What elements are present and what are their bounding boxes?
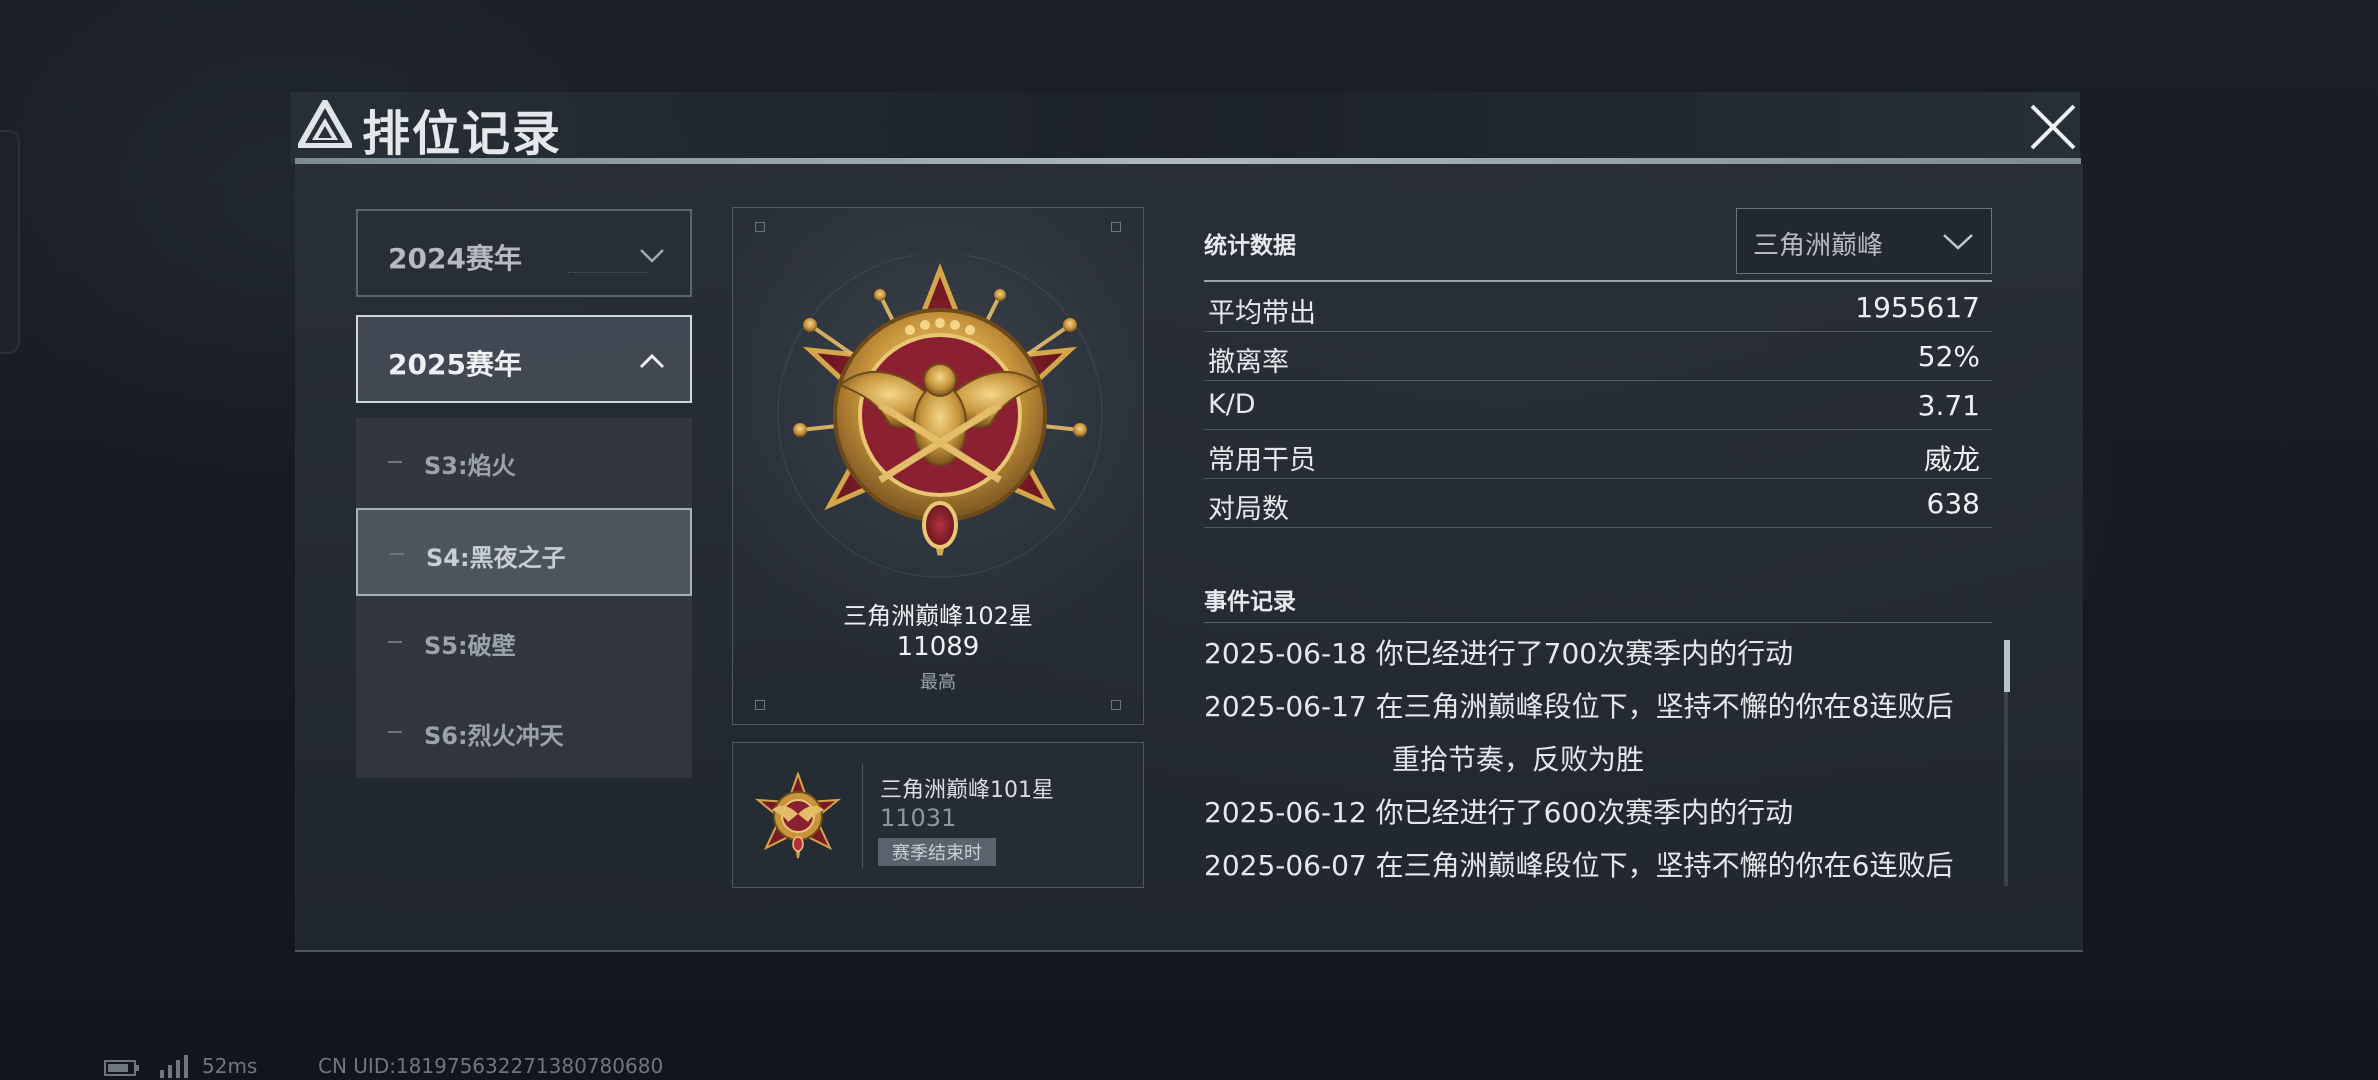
- battery-icon: [104, 1060, 139, 1076]
- delta-logo-icon: [298, 100, 352, 148]
- corner-mark: [1111, 222, 1121, 232]
- stat-label: 撤离率: [1208, 347, 1289, 378]
- side-tab-edge: [0, 130, 20, 354]
- season-item-s4[interactable]: S4:黑夜之子: [356, 508, 692, 596]
- stat-value: 638: [1926, 487, 1980, 520]
- events-scrollbar-thumb[interactable]: [2004, 640, 2010, 692]
- event-item: 2025-06-12 你已经进行了600次赛季内的行动: [1204, 796, 1794, 829]
- year-2025-button[interactable]: 2025赛年: [356, 315, 692, 403]
- stat-row-extract-rate: 撤离率 52%: [1204, 332, 1992, 381]
- corner-mark: [755, 700, 765, 710]
- season-item-s5[interactable]: S5:破壁: [356, 598, 692, 686]
- card-divider: [862, 764, 863, 868]
- current-rank-tag: 最高: [920, 672, 956, 693]
- stat-value: 威龙: [1923, 443, 1980, 476]
- stat-value: 52%: [1917, 340, 1980, 373]
- ping-readout: 52ms: [202, 1054, 258, 1078]
- list-dash: [388, 461, 402, 463]
- season-end-rank-score: 11031: [880, 804, 957, 832]
- current-rank-name: 三角洲巅峰102星: [843, 602, 1033, 630]
- season-label: S3:焰火: [424, 452, 516, 480]
- season-item-s6[interactable]: S6:烈火冲天: [356, 688, 692, 776]
- list-dash: [390, 553, 404, 555]
- eagle-star-medal-icon: [777, 255, 1103, 578]
- chevron-down-icon: [1943, 234, 1973, 250]
- stats-divider: [1204, 280, 1992, 282]
- event-item: 2025-06-18 你已经进行了700次赛季内的行动: [1204, 637, 1794, 670]
- year-2024-button[interactable]: 2024赛年: [356, 209, 692, 297]
- list-dash: [388, 641, 402, 643]
- stats-title: 统计数据: [1204, 233, 1296, 259]
- user-uid: CN UID:181975632271380780680: [318, 1054, 664, 1078]
- stat-value: 1955617: [1855, 291, 1980, 324]
- events-list[interactable]: 2025-06-18 你已经进行了700次赛季内的行动 2025-06-17 在…: [1204, 630, 2004, 886]
- list-dash: [388, 731, 402, 733]
- corner-mark: [755, 222, 765, 232]
- stat-label: 对局数: [1208, 494, 1289, 525]
- year-label: 2024赛年: [388, 242, 522, 275]
- current-rank-score: 11089: [896, 632, 980, 662]
- stat-label: 平均带出: [1208, 298, 1316, 329]
- stat-value: 3.71: [1917, 389, 1980, 422]
- season-item-s3[interactable]: S3:焰火: [356, 418, 692, 506]
- event-item: 2025-06-07 在三角洲巅峰段位下，坚持不懈的你在6连败后: [1204, 849, 1954, 882]
- season-label: S5:破壁: [424, 632, 516, 660]
- stat-label: 常用干员: [1208, 445, 1316, 476]
- mode-dropdown[interactable]: 三角洲巅峰: [1736, 208, 1992, 274]
- season-label: S4:黑夜之子: [426, 544, 566, 572]
- season-label: S6:烈火冲天: [424, 722, 564, 750]
- eagle-star-medal-small-icon: [754, 772, 842, 859]
- corner-mark: [1111, 700, 1121, 710]
- season-end-badge: 赛季结束时: [878, 838, 996, 866]
- events-divider: [1204, 622, 1992, 623]
- window-title: 排位记录: [362, 106, 563, 162]
- season-end-rank-name: 三角洲巅峰101星: [880, 778, 1054, 803]
- stat-row-avg-extract: 平均带出 1955617: [1204, 283, 1992, 332]
- signal-icon: [160, 1055, 188, 1078]
- stat-row-operator: 常用干员 威龙: [1204, 430, 1992, 479]
- chevron-down-icon: [640, 249, 664, 263]
- decorative-dots: [568, 272, 648, 281]
- stat-row-kd: K/D 3.71: [1204, 381, 1992, 430]
- mode-dropdown-value: 三角洲巅峰: [1753, 231, 1884, 261]
- year-label: 2025赛年: [388, 348, 522, 381]
- stat-row-matches: 对局数 638: [1204, 479, 1992, 528]
- event-item-continued: 重拾节奏，反败为胜: [1392, 743, 1645, 776]
- stat-label: K/D: [1208, 389, 1256, 420]
- chevron-up-icon: [639, 353, 665, 369]
- event-item: 2025-06-17 在三角洲巅峰段位下，坚持不懈的你在8连败后: [1204, 690, 1954, 723]
- close-icon[interactable]: [2026, 100, 2080, 154]
- events-title: 事件记录: [1204, 589, 1296, 615]
- season-list: S3:焰火 S4:黑夜之子 S5:破壁 S6:烈火冲天: [356, 418, 692, 778]
